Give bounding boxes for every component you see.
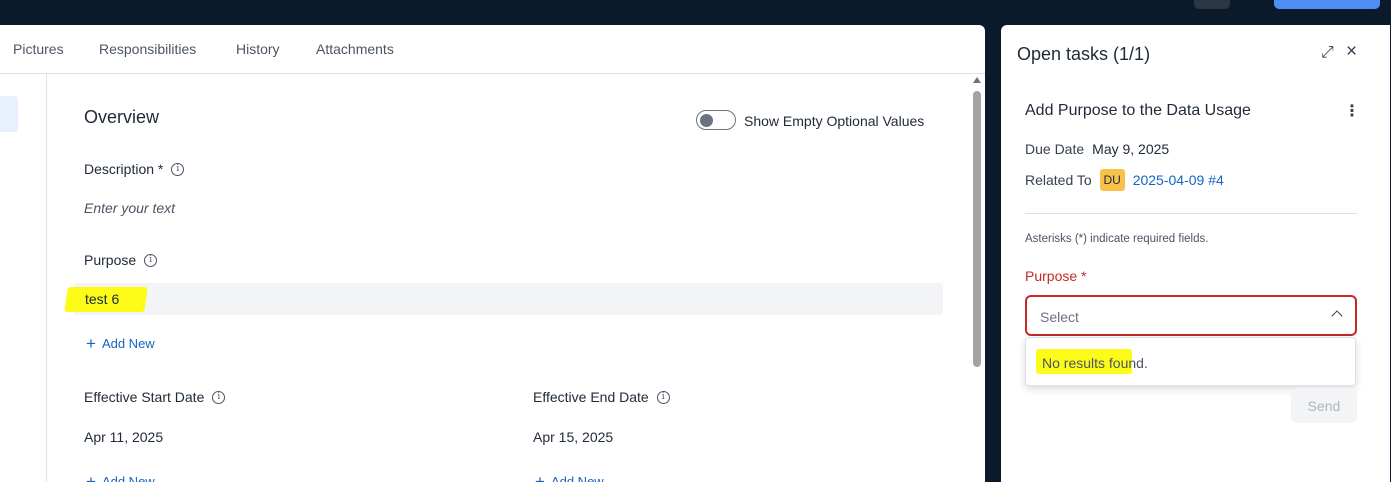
related-to-label: Related To — [1025, 172, 1092, 188]
related-badge: DU — [1099, 169, 1125, 191]
scroll-thumb[interactable] — [973, 91, 981, 367]
select-placeholder: Select — [1040, 309, 1079, 325]
due-date-value: May 9, 2025 — [1092, 141, 1170, 157]
description-label: Description * i — [84, 161, 185, 177]
description-label-text: Description * — [84, 161, 164, 177]
purpose-value-row[interactable] — [74, 283, 943, 315]
toggle-label: Show Empty Optional Values — [744, 113, 925, 129]
no-results-message: No results found. — [1042, 355, 1148, 371]
purpose-label-text: Purpose — [84, 252, 137, 268]
related-to-row: Related To DU 2025-04-09 #4 — [1025, 169, 1224, 191]
panel-title: Open tasks (1/1) — [1017, 44, 1151, 64]
purpose-select[interactable]: Select — [1025, 295, 1357, 336]
select-dropdown: No results found. — [1025, 337, 1356, 386]
task-title: Add Purpose to the Data Usage — [1025, 102, 1251, 119]
show-empty-toggle[interactable] — [696, 110, 736, 130]
effective-end-value: Apr 15, 2025 — [533, 429, 614, 445]
nav-selected-item[interactable] — [0, 96, 18, 132]
purpose-field-label: Purpose * — [1025, 268, 1087, 284]
plus-icon: + — [535, 472, 545, 482]
info-icon[interactable]: i — [144, 253, 158, 267]
tab-bar: Pictures Responsibilities History Attach… — [0, 25, 985, 74]
send-button[interactable]: Send — [1291, 388, 1357, 423]
divider — [1025, 213, 1357, 214]
left-navigation-rail — [0, 74, 47, 482]
close-icon[interactable]: × — [1346, 41, 1357, 63]
scroll-up-arrow-icon[interactable] — [973, 77, 981, 83]
description-input[interactable]: Enter your text — [84, 200, 175, 216]
expand-icon[interactable]: ⤢ — [1321, 44, 1334, 62]
effective-start-label: Effective Start Date i — [84, 389, 226, 405]
section-title: Overview — [84, 107, 160, 127]
effective-end-add-new-button[interactable]: + Add New — [535, 473, 604, 482]
scrollbar[interactable] — [971, 77, 983, 482]
purpose-add-new-button[interactable]: + Add New — [86, 335, 155, 352]
due-date-row: Due Date May 9, 2025 — [1025, 141, 1169, 157]
related-link[interactable]: 2025-04-09 #4 — [1133, 172, 1224, 188]
add-new-label: Add New — [550, 474, 604, 482]
effective-start-add-new-button[interactable]: + Add New — [86, 473, 155, 482]
plus-icon: + — [86, 334, 96, 353]
add-new-label: Add New — [101, 474, 155, 482]
tab-pictures[interactable]: Pictures — [13, 41, 64, 57]
toggle-knob — [700, 113, 713, 127]
tab-responsibilities[interactable]: Responsibilities — [99, 41, 196, 57]
effective-start-label-text: Effective Start Date — [84, 389, 205, 405]
add-new-label: Add New — [101, 336, 155, 351]
top-bar-primary-button[interactable] — [1274, 0, 1380, 9]
kebab-icon[interactable]: ⋮ — [1344, 101, 1360, 121]
effective-end-label: Effective End Date i — [533, 389, 670, 405]
purpose-label: Purpose i — [84, 252, 158, 268]
tab-history[interactable]: History — [236, 41, 280, 57]
required-hint: Asterisks (*) indicate required fields. — [1025, 233, 1209, 245]
open-tasks-panel: Open tasks (1/1) ⤢ × Add Purpose to the … — [1001, 25, 1390, 482]
info-icon[interactable]: i — [656, 390, 670, 404]
tab-attachments[interactable]: Attachments — [316, 41, 394, 57]
due-date-label: Due Date — [1025, 141, 1085, 157]
plus-icon: + — [86, 472, 96, 482]
top-bar-icon-button[interactable] — [1194, 0, 1230, 9]
purpose-value: test 6 — [85, 291, 120, 307]
main-card: Pictures Responsibilities History Attach… — [0, 25, 985, 482]
info-icon[interactable]: i — [171, 162, 185, 176]
info-icon[interactable]: i — [212, 390, 226, 404]
effective-end-label-text: Effective End Date — [533, 389, 649, 405]
chevron-up-icon — [1331, 310, 1343, 322]
effective-start-value: Apr 11, 2025 — [84, 429, 164, 445]
